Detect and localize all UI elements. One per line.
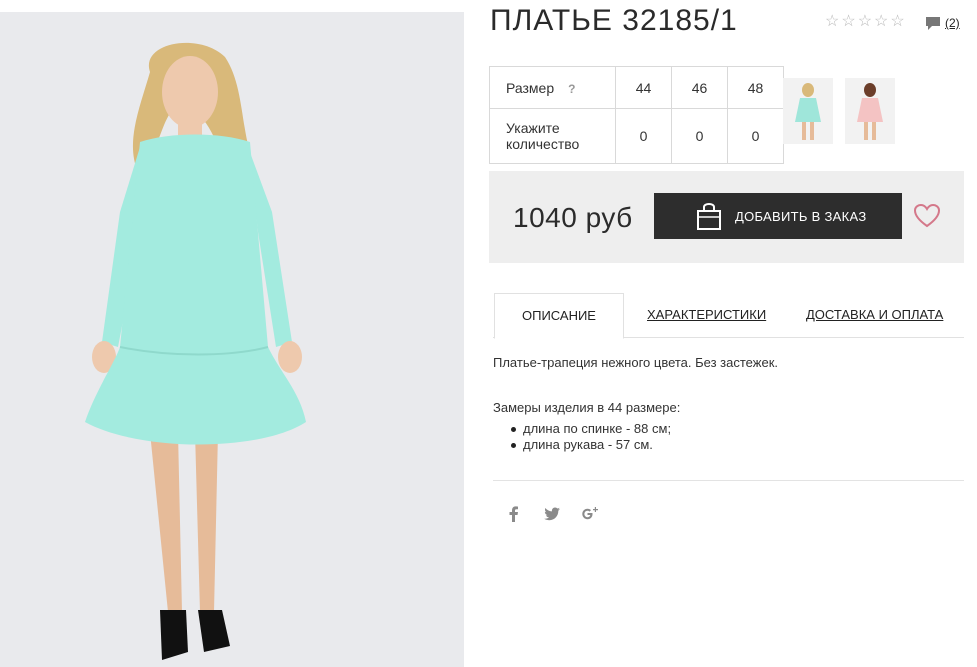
comments-link[interactable]: (2) xyxy=(925,15,960,31)
size-value: 44 xyxy=(615,66,672,109)
star-icon[interactable]: ☆ xyxy=(890,14,904,30)
size-help-icon[interactable]: ? xyxy=(568,82,575,96)
tab-description[interactable]: ОПИСАНИЕ xyxy=(494,293,624,339)
size-value: 46 xyxy=(671,66,728,109)
google-plus-icon[interactable] xyxy=(581,505,599,523)
list-item: длина рукава - 57 см. xyxy=(511,437,671,453)
thumbnail-pink-dress[interactable] xyxy=(845,78,895,144)
quantity-input[interactable]: 0 xyxy=(671,108,728,164)
product-title: ПЛАТЬЕ 32185/1 xyxy=(490,4,738,37)
quantity-label: Укажите количество xyxy=(489,108,616,164)
size-value: 48 xyxy=(727,66,784,109)
list-item: длина по спинке - 88 см; xyxy=(511,421,671,437)
product-tabs: ОПИСАНИЕ ХАРАКТЕРИСТИКИ ДОСТАВКА И ОПЛАТ… xyxy=(493,293,964,339)
size-quantity-table: Размер? 44 46 48 Укажите количество 0 0 … xyxy=(489,66,784,164)
facebook-icon[interactable] xyxy=(505,505,523,523)
tab-characteristics[interactable]: ХАРАКТЕРИСТИКИ xyxy=(647,293,766,337)
measurements-title: Замеры изделия в 44 размере: xyxy=(493,400,681,415)
star-icon[interactable]: ☆ xyxy=(841,14,855,30)
heart-icon[interactable] xyxy=(913,202,941,230)
comments-count[interactable]: (2) xyxy=(945,16,960,30)
comment-icon xyxy=(926,17,940,30)
price: 1040 руб xyxy=(513,202,633,233)
star-icon[interactable]: ☆ xyxy=(874,14,888,30)
rating-stars[interactable]: ☆ ☆ ☆ ☆ ☆ xyxy=(825,14,905,30)
twitter-icon[interactable] xyxy=(543,505,561,523)
quantity-input[interactable]: 0 xyxy=(615,108,672,164)
divider xyxy=(493,480,964,481)
star-icon[interactable]: ☆ xyxy=(858,14,872,30)
add-to-order-label: ДОБАВИТЬ В ЗАКАЗ xyxy=(735,208,867,224)
star-icon[interactable]: ☆ xyxy=(825,14,839,30)
purchase-box: 1040 руб ДОБАВИТЬ В ЗАКАЗ xyxy=(489,171,964,263)
social-share xyxy=(505,505,599,523)
size-label-cell: Размер? xyxy=(489,66,616,109)
thumbnail-mint-dress[interactable] xyxy=(783,78,833,144)
quantity-input[interactable]: 0 xyxy=(727,108,784,164)
tab-delivery-payment[interactable]: ДОСТАВКА И ОПЛАТА xyxy=(806,293,943,337)
measurements-list: длина по спинке - 88 см; длина рукава - … xyxy=(511,421,671,453)
description-text: Платье-трапеция нежного цвета. Без засте… xyxy=(493,355,778,370)
add-to-order-button[interactable]: ДОБАВИТЬ В ЗАКАЗ xyxy=(654,193,902,239)
product-main-photo[interactable] xyxy=(0,12,464,667)
shopping-bag-icon xyxy=(697,203,721,230)
size-label: Размер xyxy=(506,79,555,96)
